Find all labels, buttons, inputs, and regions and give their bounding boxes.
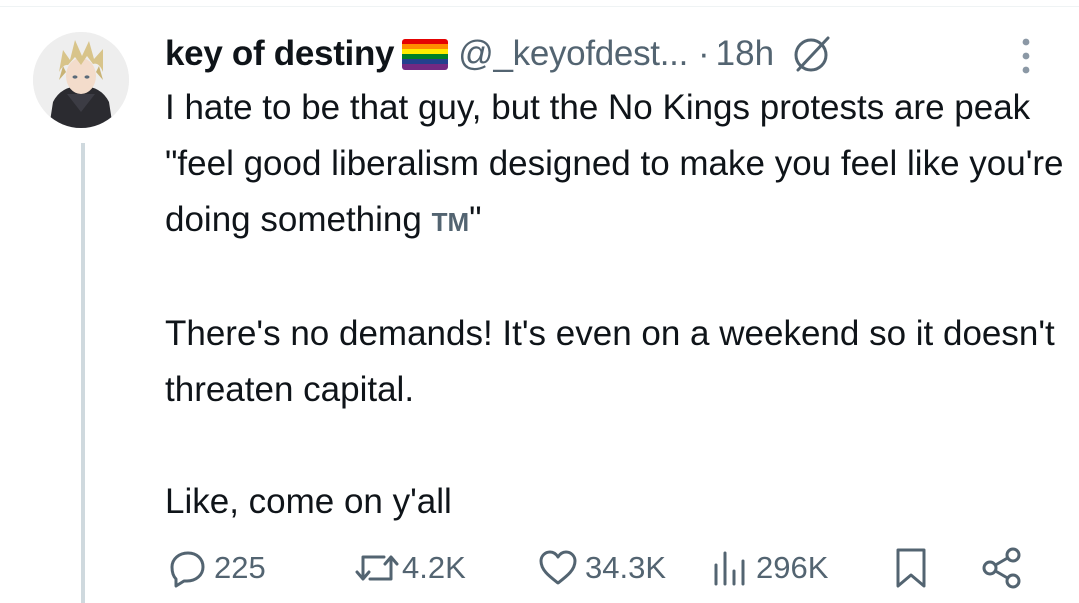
top-divider <box>0 6 1079 7</box>
share-button[interactable] <box>980 540 1024 596</box>
tweet-header: key of destiny @_keyofdest... · 18h <box>165 26 834 82</box>
repost-button[interactable]: 4.2K <box>354 540 466 596</box>
repost-icon <box>355 555 399 581</box>
rainbow-flag-icon <box>402 38 449 70</box>
avatar[interactable] <box>33 32 129 128</box>
tweet-paragraph: Like, come on y'all <box>165 482 452 521</box>
like-count: 34.3K <box>585 550 667 585</box>
view-count: 296K <box>756 550 829 585</box>
heart-icon <box>539 550 577 585</box>
tweet-paragraph-text: I hate to be that guy, but the No Kings … <box>165 88 1064 239</box>
reply-button[interactable]: 225 <box>168 540 266 596</box>
views-button[interactable]: 296K <box>710 540 828 596</box>
separator-dot: · <box>698 34 710 73</box>
handle[interactable]: @_keyofdest... <box>458 34 688 74</box>
action-bar: 225 4.2K 34.3K 296K <box>0 540 1079 596</box>
anime-avatar-icon <box>33 32 129 128</box>
repost-count: 4.2K <box>402 550 466 585</box>
analytics-icon <box>714 551 745 586</box>
grok-icon[interactable] <box>790 32 834 76</box>
reply-icon <box>170 551 205 588</box>
closing-quote: " <box>469 200 482 239</box>
tweet-paragraph: There's no demands! It's even on a weeke… <box>165 314 1055 409</box>
display-name[interactable]: key of destiny <box>165 34 395 74</box>
bookmark-icon <box>896 548 926 588</box>
tweet-text: I hate to be that guy, but the No Kings … <box>165 80 1065 530</box>
more-options-icon[interactable] <box>1008 36 1044 76</box>
share-icon <box>982 547 1021 589</box>
bookmark-button[interactable] <box>893 540 929 596</box>
timestamp[interactable]: 18h <box>716 34 774 74</box>
tweet-paragraph: I hate to be that guy, but the No Kings … <box>165 80 1065 250</box>
trademark-symbol: TM <box>431 207 470 237</box>
reply-count: 225 <box>214 550 266 585</box>
thread-line <box>81 143 85 603</box>
like-button[interactable]: 34.3K <box>537 540 666 596</box>
